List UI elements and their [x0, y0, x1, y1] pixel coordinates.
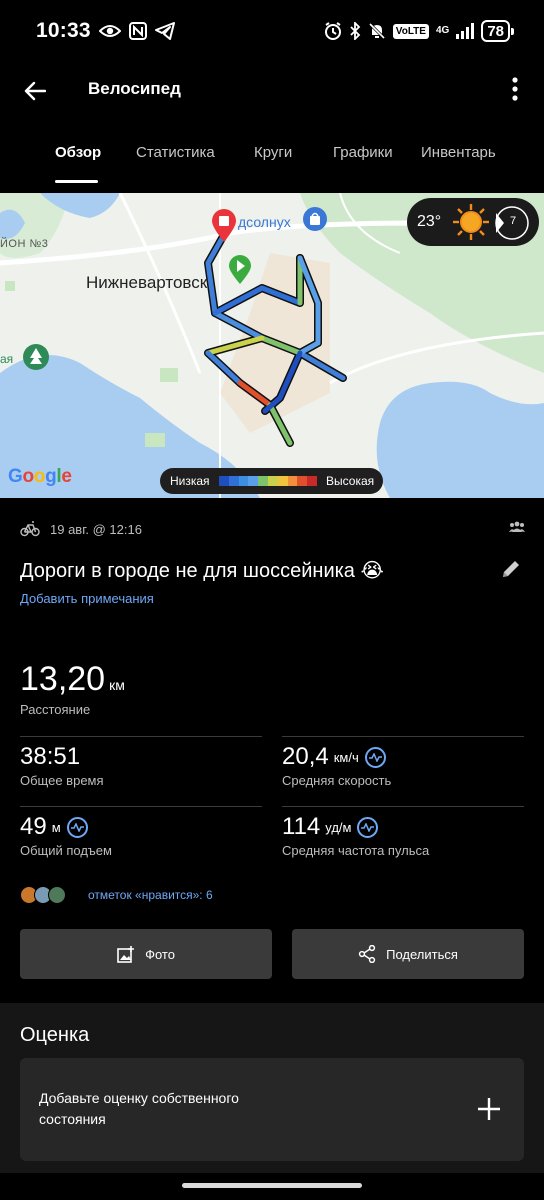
app-bar: Велосипед: [0, 62, 544, 118]
divider: [20, 806, 262, 807]
more-vert-icon: [512, 77, 518, 101]
signal-icon: [456, 23, 475, 39]
map-park-label: ая: [0, 352, 14, 366]
status-time: 10:33: [36, 19, 91, 42]
add-photo-icon: [117, 946, 135, 963]
battery-indicator: 78: [481, 20, 514, 42]
avg-hr-stat: 114 уд/м Средняя частота пульса: [282, 813, 429, 858]
group-visibility-icon[interactable]: [509, 521, 525, 533]
alarm-icon: [324, 22, 342, 40]
elevation-value: 49: [20, 813, 47, 840]
elevation-label: Общий подъем: [20, 843, 112, 858]
map-poi-label: дсолнух: [238, 214, 291, 230]
total-time-label: Общее время: [20, 773, 104, 788]
finish-marker-icon: [212, 209, 236, 242]
tab-overview[interactable]: Обзор: [55, 144, 101, 161]
photo-button-label: Фото: [145, 946, 175, 962]
back-arrow-icon: [24, 81, 46, 101]
distance-unit: км: [109, 677, 125, 693]
avatar: [48, 886, 66, 904]
park-poi-icon: [23, 344, 49, 370]
elevation-unit: м: [51, 819, 61, 835]
tab-bar: Обзор Статистика Круги Графики Инвентарь: [0, 134, 544, 184]
wind-speed: 7: [510, 215, 517, 227]
share-button[interactable]: Поделиться: [292, 929, 524, 979]
likes-avatars[interactable]: [20, 885, 66, 905]
elevation-stat: 49 м Общий подъем: [20, 813, 112, 858]
mute-icon: [368, 22, 386, 40]
map-legend: Низкая Высокая: [160, 468, 383, 494]
plus-icon[interactable]: [476, 1096, 502, 1122]
status-bar: 10:33 VoLTE 4G 78: [0, 0, 544, 62]
activity-date: 19 авг. @ 12:16: [50, 521, 142, 537]
avg-hr-value: 114: [282, 813, 321, 840]
distance-label: Расстояние: [20, 702, 91, 717]
network-type: 4G: [435, 25, 450, 36]
map-city-label: Нижневартовск: [86, 273, 208, 292]
legend-color-swatch: [287, 476, 298, 486]
add-rating-card[interactable]: Добавьте оценку собственного состояния: [20, 1058, 524, 1161]
legend-color-swatch: [228, 476, 239, 486]
weather-temperature: 23°: [417, 213, 442, 230]
telegram-icon: [154, 22, 175, 40]
legend-color-swatch: [267, 476, 278, 486]
legend-color-swatch: [248, 476, 259, 486]
tab-charts[interactable]: Графики: [333, 144, 393, 161]
bluetooth-icon: [349, 22, 361, 40]
divider: [282, 736, 524, 737]
edit-title-button[interactable]: [500, 558, 524, 582]
bicycle-icon: [20, 521, 40, 537]
start-marker-icon: [229, 255, 251, 284]
tab-statistics[interactable]: Статистика: [136, 144, 215, 161]
page-title: Велосипед: [88, 79, 181, 98]
legend-gradient: [219, 476, 317, 486]
avg-speed-unit: км/ч: [333, 749, 359, 765]
map-district-label: ЙОН №3: [0, 238, 49, 250]
activity-meta: 19 авг. @ 12:16: [20, 519, 525, 539]
share-button-label: Поделиться: [386, 946, 458, 962]
pulse-chart-icon[interactable]: [364, 746, 386, 768]
likes-count-link[interactable]: отметок «нравится»: 6: [88, 888, 213, 902]
pulse-chart-icon[interactable]: [66, 816, 88, 838]
eye-icon: [98, 23, 121, 39]
legend-low-label: Низкая: [170, 474, 210, 488]
home-indicator[interactable]: [182, 1183, 362, 1188]
legend-color-swatch: [307, 476, 317, 486]
nfc-icon: [128, 22, 147, 40]
volte-badge: VoLTE: [392, 23, 429, 39]
google-logo: Google: [8, 466, 72, 487]
avg-speed-stat: 20,4 км/ч Средняя скорость: [282, 743, 391, 788]
avg-hr-label: Средняя частота пульса: [282, 843, 430, 858]
sun-icon: [453, 204, 489, 240]
legend-high-label: Высокая: [326, 474, 375, 488]
total-time-stat: 38:51 Общее время: [20, 743, 104, 788]
legend-color-swatch: [297, 476, 308, 486]
share-icon: [358, 945, 376, 963]
back-button[interactable]: [20, 76, 50, 106]
tab-laps[interactable]: Круги: [254, 144, 292, 161]
active-tab-indicator: [55, 180, 98, 183]
divider: [282, 806, 524, 807]
total-time-value: 38:51: [20, 743, 81, 770]
distance-value: 13,20: [20, 660, 106, 698]
photo-button[interactable]: Фото: [20, 929, 272, 979]
tab-gear[interactable]: Инвентарь: [421, 144, 496, 161]
shopping-poi-icon: [303, 207, 327, 231]
avg-speed-label: Средняя скорость: [282, 773, 392, 788]
distance-stat: 13,20 км: [20, 660, 125, 699]
legend-color-swatch: [258, 476, 268, 486]
add-rating-text: Добавьте оценку собственного состояния: [39, 1090, 239, 1127]
legend-color-swatch: [219, 476, 229, 486]
legend-color-swatch: [277, 476, 288, 486]
legend-color-swatch: [238, 476, 249, 486]
add-notes-link[interactable]: Добавить примечания: [20, 591, 154, 606]
avg-hr-unit: уд/м: [325, 819, 352, 835]
activity-title: Дороги в городе не для шоссейника 😭: [20, 560, 384, 582]
rating-title: Оценка: [20, 1024, 90, 1046]
divider: [20, 736, 262, 737]
avg-speed-value: 20,4: [282, 743, 329, 770]
pencil-icon: [503, 561, 519, 577]
pulse-chart-icon[interactable]: [357, 816, 379, 838]
more-options-button[interactable]: [500, 74, 530, 104]
